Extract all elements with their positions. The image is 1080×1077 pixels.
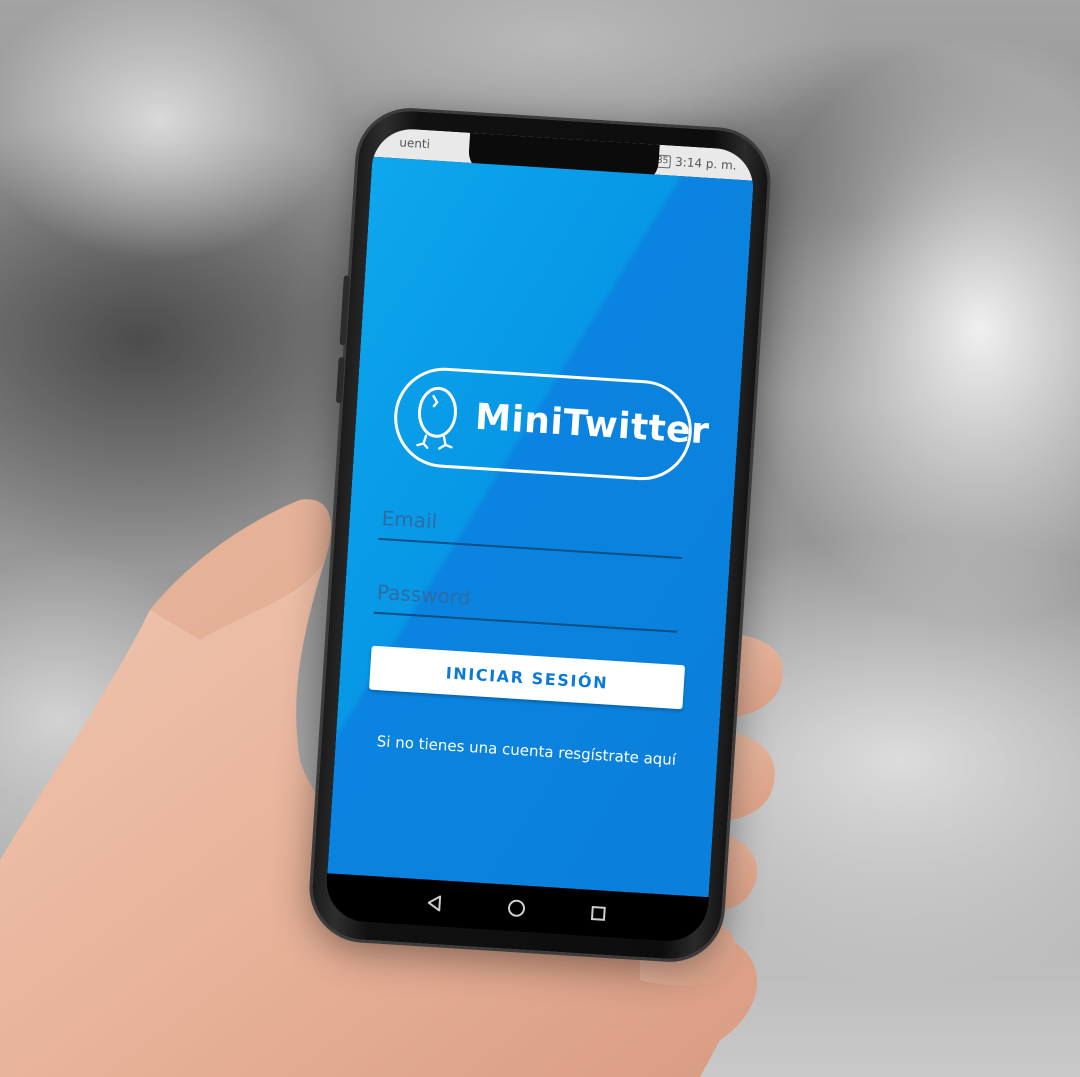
password-field[interactable]	[373, 571, 680, 633]
photo-scene: uenti 85 3:14 p. m. MiniTwitter Email IN…	[0, 0, 1080, 1077]
back-triangle-icon[interactable]	[423, 891, 446, 914]
app-logo: MiniTwitter	[391, 364, 711, 484]
register-link[interactable]: Si no tienes una cuenta resgístrate aquí	[335, 730, 717, 772]
app-name: MiniTwitter	[473, 396, 711, 453]
home-circle-icon[interactable]	[505, 897, 528, 920]
smartphone: uenti 85 3:14 p. m. MiniTwitter Email IN…	[309, 107, 771, 963]
status-carrier: uenti	[398, 135, 431, 152]
login-button[interactable]: INICIAR SESIÓN	[368, 645, 686, 710]
status-time: 3:14 p. m.	[674, 154, 738, 173]
status-right-group: 85 3:14 p. m.	[653, 153, 738, 173]
recents-square-icon[interactable]	[587, 902, 610, 925]
email-field[interactable]	[378, 497, 685, 559]
login-screen: MiniTwitter INICIAR SESIÓN Si no tienes …	[327, 156, 754, 898]
chick-icon	[416, 386, 458, 450]
phone-screen: uenti 85 3:14 p. m. MiniTwitter Email IN…	[324, 126, 756, 944]
